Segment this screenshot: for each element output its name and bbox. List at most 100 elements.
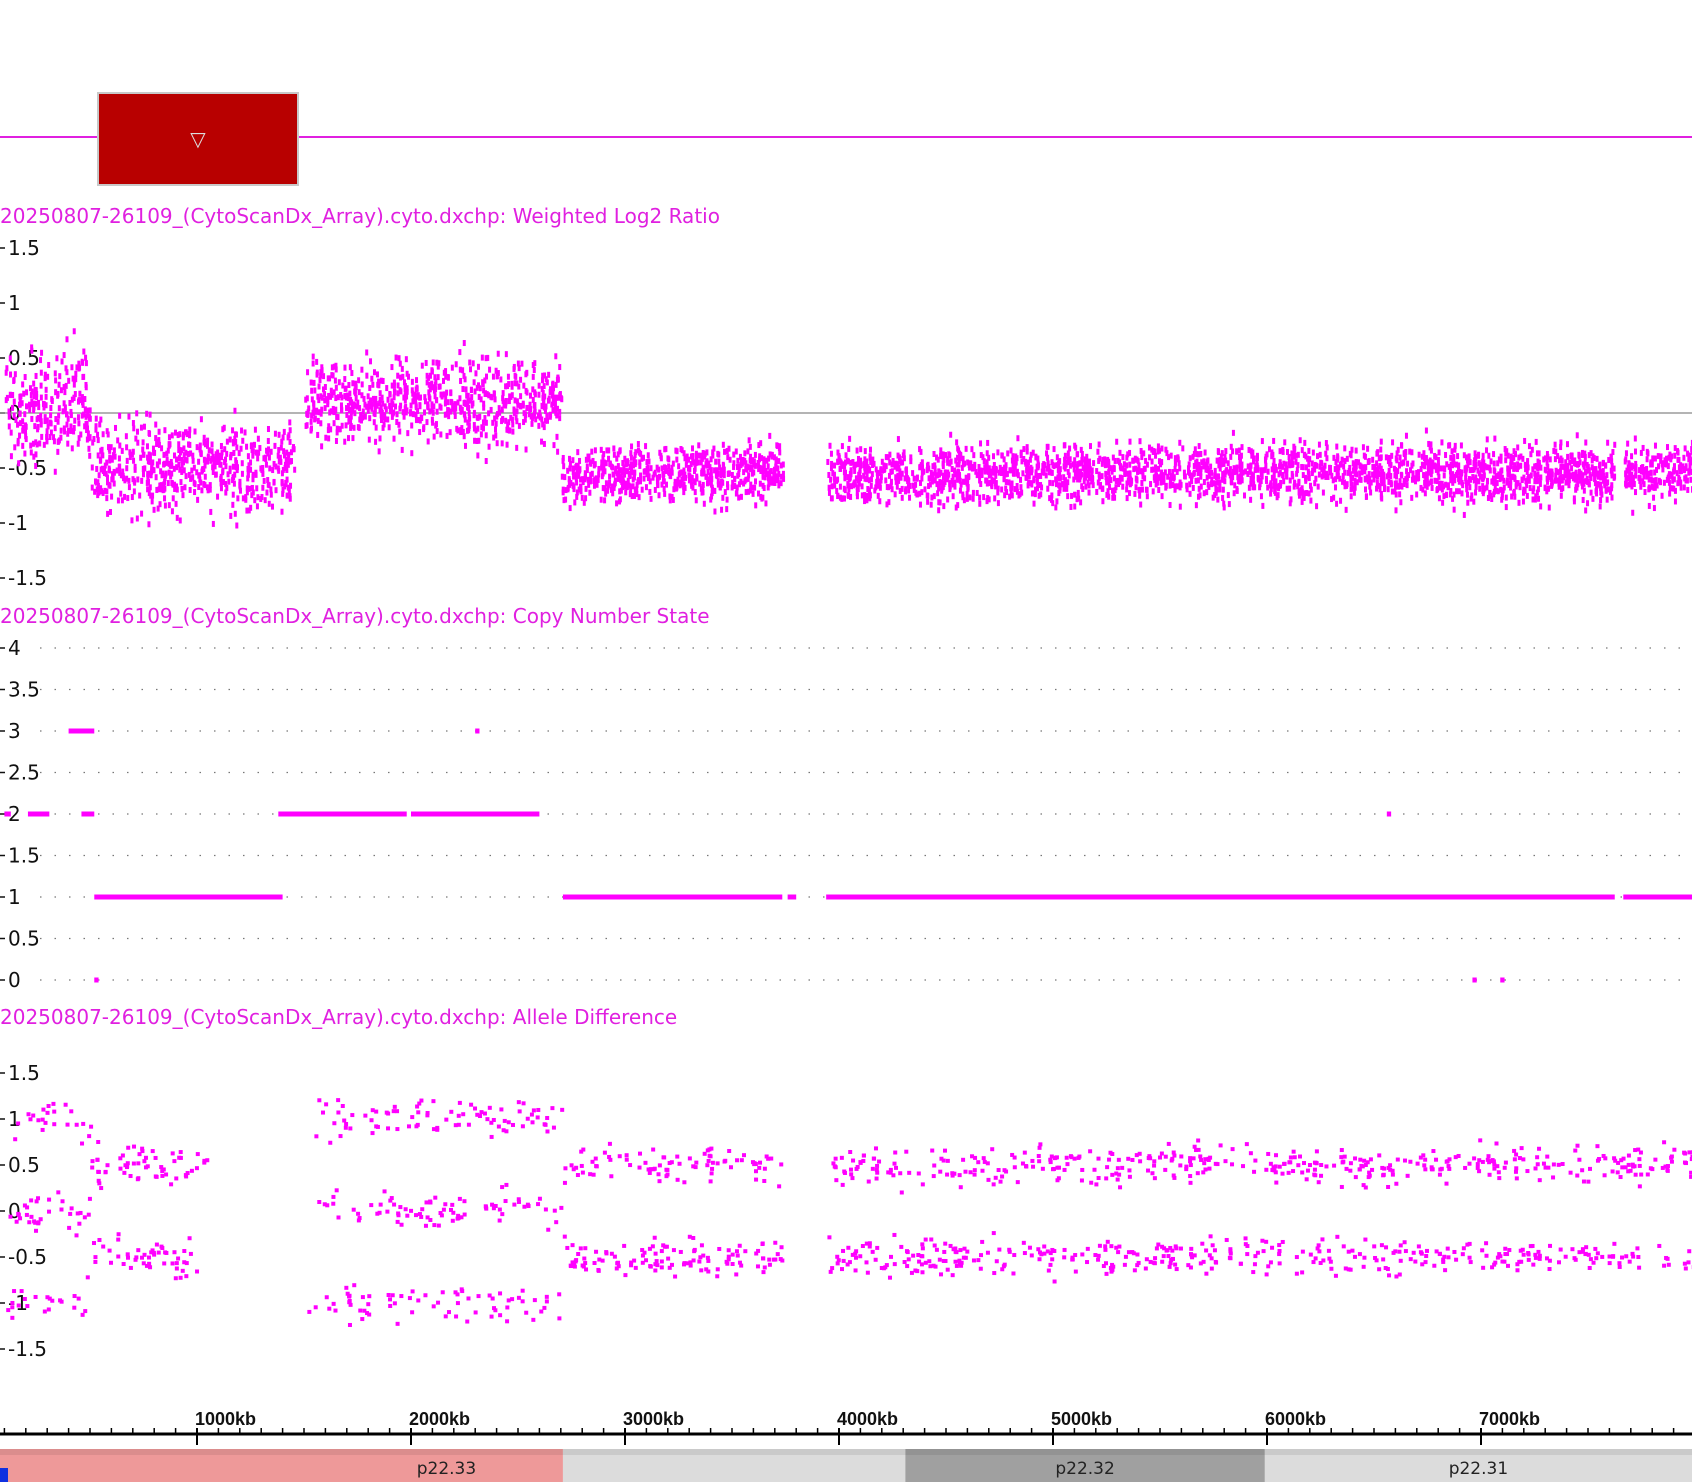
data-point [1387, 471, 1391, 478]
data-point [1626, 440, 1630, 447]
data-point [281, 490, 285, 497]
data-point [516, 1295, 521, 1300]
data-point [1367, 457, 1371, 464]
data-point [107, 444, 111, 451]
data-point [979, 440, 983, 447]
data-point [1429, 471, 1433, 478]
data-point [753, 451, 757, 458]
data-point [12, 377, 16, 384]
data-point [1083, 473, 1087, 480]
data-point [1233, 482, 1237, 489]
data-point [1569, 472, 1573, 479]
data-point [1599, 497, 1603, 504]
data-point [513, 380, 517, 387]
data-point [501, 395, 505, 402]
data-point [348, 1126, 353, 1131]
data-point [127, 477, 131, 484]
data-point [32, 380, 36, 387]
data-point [1285, 467, 1289, 474]
data-point [859, 446, 863, 453]
data-point [512, 365, 516, 372]
data-point [1452, 454, 1456, 461]
data-point [1301, 464, 1305, 471]
data-point [315, 358, 319, 365]
y-tick-label: 0.5 [8, 927, 40, 951]
data-point [558, 415, 562, 422]
data-point [1334, 484, 1338, 491]
data-point [1444, 491, 1448, 498]
data-point [465, 392, 469, 399]
data-point [425, 419, 429, 426]
data-point [499, 1107, 504, 1112]
data-point [199, 449, 203, 456]
data-point [1493, 435, 1497, 442]
data-point [691, 458, 695, 465]
data-point [637, 494, 641, 501]
data-point [551, 1125, 556, 1130]
data-point [1194, 502, 1198, 509]
data-point [1190, 478, 1194, 485]
data-point [1655, 466, 1659, 473]
data-point [751, 490, 755, 497]
data-point [83, 423, 87, 430]
data-point [849, 468, 853, 475]
data-point [1630, 464, 1634, 471]
data-point [873, 487, 877, 494]
data-point [231, 438, 235, 445]
data-point [1214, 485, 1218, 492]
data-point [663, 490, 667, 497]
data-point [370, 1108, 375, 1113]
data-point [60, 1199, 65, 1204]
data-point [1336, 453, 1340, 460]
data-point [897, 454, 901, 461]
data-point [12, 1289, 17, 1294]
data-point [1575, 432, 1579, 439]
data-point [1654, 477, 1658, 484]
data-point [1012, 468, 1016, 475]
data-point [101, 1244, 106, 1249]
data-point [1121, 483, 1125, 490]
data-point [1499, 486, 1503, 493]
data-point [343, 1125, 348, 1130]
data-point [1157, 458, 1161, 465]
data-point [357, 424, 361, 431]
data-point [1673, 452, 1677, 459]
data-point [1339, 497, 1343, 504]
data-point [404, 391, 408, 398]
data-point [382, 421, 386, 428]
data-point [319, 372, 323, 379]
data-point [897, 477, 901, 484]
data-point [1335, 500, 1339, 507]
data-point [395, 1321, 400, 1326]
data-point [1309, 497, 1313, 504]
data-point [544, 1299, 549, 1304]
data-point [1138, 492, 1142, 499]
data-point [288, 438, 292, 445]
data-point [1564, 479, 1568, 486]
data-point [953, 483, 957, 490]
data-point [567, 479, 571, 486]
data-point [418, 417, 422, 424]
data-point [971, 489, 975, 496]
data-point [1595, 455, 1599, 462]
data-point [152, 449, 156, 456]
data-point [987, 454, 991, 461]
data-point [474, 370, 478, 377]
data-point [671, 460, 675, 467]
data-point [1238, 458, 1242, 465]
cnv-marker-button[interactable]: ▽ [97, 92, 299, 186]
data-point [584, 485, 588, 492]
data-point [648, 488, 652, 495]
data-point [1011, 453, 1015, 460]
data-point [464, 386, 468, 393]
data-point [1610, 482, 1614, 489]
data-point [91, 439, 95, 446]
data-point [546, 1227, 551, 1232]
data-point [1535, 464, 1539, 471]
data-point [116, 437, 120, 444]
data-point [392, 409, 396, 416]
data-point [723, 489, 727, 496]
data-point [468, 359, 472, 366]
data-point [241, 495, 245, 502]
data-point [9, 453, 13, 460]
